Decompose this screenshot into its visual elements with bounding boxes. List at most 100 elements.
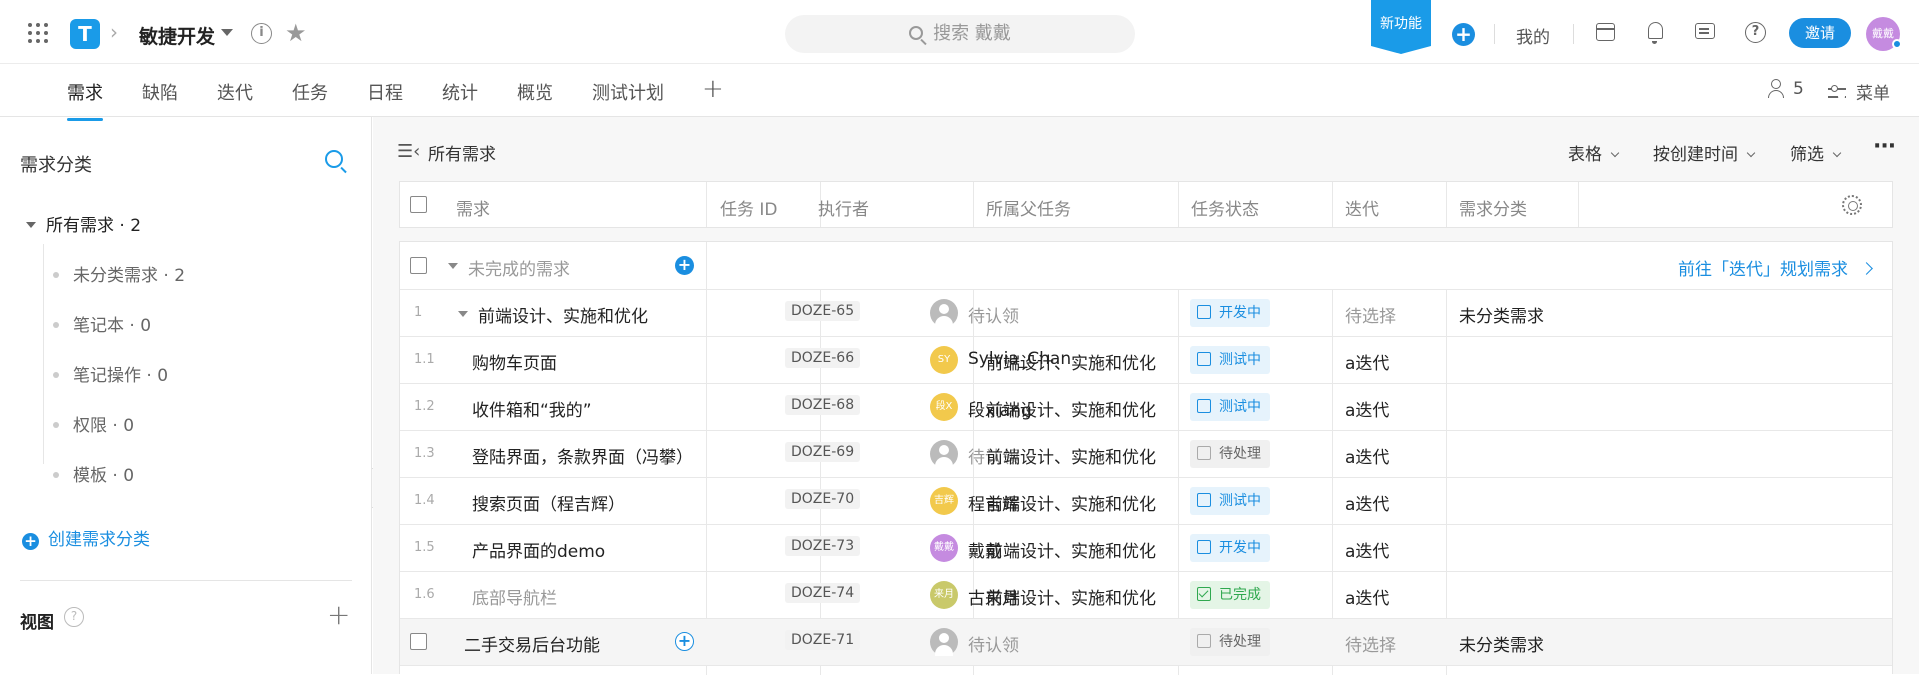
tab-requirements[interactable]: 需求: [67, 79, 103, 121]
project-name[interactable]: 敏捷开发: [139, 22, 215, 49]
status-badge[interactable]: 待处理: [1190, 628, 1270, 656]
menu-button[interactable]: 菜单: [1828, 79, 1890, 104]
status-badge[interactable]: 测试中: [1190, 346, 1270, 374]
settings-gear-icon[interactable]: [1842, 195, 1862, 215]
caret-down-icon[interactable]: [458, 311, 468, 317]
iteration-value[interactable]: 待选择: [1345, 302, 1396, 327]
iteration-value[interactable]: a迭代: [1345, 443, 1389, 468]
parent-task[interactable]: 前端设计、实施和优化: [986, 537, 1156, 562]
tab-statistics[interactable]: 统计: [442, 79, 478, 105]
table-row[interactable]: 1 前端设计、实施和优化 DOZE-65 待认领 开发中 待选择 未分类需求: [400, 290, 1892, 337]
iteration-value[interactable]: 待选择: [1345, 631, 1396, 656]
table-row[interactable]: 1.6 底部导航栏 DOZE-74 来月 古来月 前端设计、实施和优化 已完成 …: [400, 572, 1892, 619]
sidebar-item-all[interactable]: 所有需求 · 2: [26, 211, 141, 236]
info-icon[interactable]: i: [251, 23, 272, 44]
goto-iteration-link[interactable]: 前往「迭代」规划需求: [1678, 255, 1873, 280]
parent-task[interactable]: 前端设计、实施和优化: [986, 443, 1156, 468]
mine-link[interactable]: 我的: [1516, 23, 1550, 48]
sidebar-item-templates[interactable]: 模板 · 0: [53, 461, 134, 486]
invite-button[interactable]: 邀请: [1789, 18, 1851, 48]
view-mode-dropdown[interactable]: 表格: [1568, 140, 1620, 165]
add-icon[interactable]: +: [1452, 23, 1475, 46]
table-row[interactable]: 1.3 登陆界面，条款界面（冯攀） DOZE-69 待认领 前端设计、实施和优化…: [400, 431, 1892, 478]
requirement-title[interactable]: 购物车页面: [472, 349, 557, 374]
parent-task[interactable]: 前端设计、实施和优化: [986, 349, 1156, 374]
sidebar-item-uncategorized[interactable]: 未分类需求 · 2: [53, 261, 185, 286]
avatar[interactable]: 戴戴: [930, 534, 958, 562]
list-collapse-icon[interactable]: ☰‹: [397, 141, 420, 162]
status-badge[interactable]: 开发中: [1190, 534, 1270, 562]
message-icon[interactable]: [1695, 23, 1715, 39]
requirement-title[interactable]: 前端设计、实施和优化: [478, 302, 648, 327]
iteration-value[interactable]: a迭代: [1345, 349, 1389, 374]
status-badge[interactable]: 开发中: [1190, 299, 1270, 327]
requirement-title[interactable]: 底部导航栏: [472, 584, 557, 609]
app-logo[interactable]: T: [70, 19, 100, 49]
requirement-title[interactable]: 二手交易后台功能: [464, 631, 600, 656]
search-input[interactable]: 搜索 戴戴: [785, 15, 1135, 53]
assignee-name[interactable]: 待认领: [968, 302, 1019, 327]
status-badge[interactable]: 测试中: [1190, 487, 1270, 515]
parent-task[interactable]: 前端设计、实施和优化: [986, 490, 1156, 515]
unassigned-avatar[interactable]: [930, 299, 958, 327]
add-subtask-icon[interactable]: +: [675, 632, 694, 651]
apps-grid-icon[interactable]: [28, 23, 48, 43]
table-row[interactable]: 1.5 产品界面的demo DOZE-73 戴戴 戴戴 前端设计、实施和优化 开…: [400, 525, 1892, 572]
requirement-title[interactable]: 收件箱和“我的”: [472, 396, 592, 421]
sort-dropdown[interactable]: 按创建时间: [1653, 140, 1756, 165]
requirement-title[interactable]: 产品界面的demo: [472, 537, 605, 562]
add-requirement-icon[interactable]: +: [675, 256, 694, 275]
add-view-icon[interactable]: +: [327, 598, 350, 631]
avatar[interactable]: 来月: [930, 581, 958, 609]
sidebar-item-permissions[interactable]: 权限 · 0: [53, 411, 134, 436]
tab-tasks[interactable]: 任务: [292, 79, 328, 105]
table-row[interactable]: 二手交易后台功能 + DOZE-71 待认领 待处理 待选择 未分类需求: [400, 619, 1892, 666]
add-tab-icon[interactable]: +: [702, 74, 724, 104]
table-row[interactable]: 1.4 搜索页面（程吉辉） DOZE-70 吉辉 程吉辉 前端设计、实施和优化 …: [400, 478, 1892, 525]
select-all-checkbox[interactable]: [410, 196, 427, 213]
column-header-iteration[interactable]: 迭代: [1345, 195, 1379, 220]
assignee-name[interactable]: 待认领: [968, 631, 1019, 656]
avatar[interactable]: 段X: [930, 393, 958, 421]
filter-dropdown[interactable]: 筛选: [1790, 140, 1842, 165]
parent-task[interactable]: 前端设计、实施和优化: [986, 584, 1156, 609]
column-header-status[interactable]: 任务状态: [1191, 195, 1259, 220]
status-badge[interactable]: 已完成: [1190, 581, 1270, 609]
caret-down-icon[interactable]: [221, 29, 233, 36]
caret-down-icon[interactable]: [26, 222, 36, 228]
more-icon[interactable]: ···: [1873, 134, 1896, 159]
group-checkbox[interactable]: [410, 257, 427, 274]
bell-icon[interactable]: [1648, 22, 1663, 44]
create-category-button[interactable]: + 创建需求分类: [22, 525, 150, 550]
category-value[interactable]: 未分类需求: [1459, 302, 1544, 327]
caret-down-icon[interactable]: [448, 263, 458, 269]
column-header-assignee[interactable]: 执行者: [818, 195, 869, 220]
avatar[interactable]: 吉辉: [930, 487, 958, 515]
status-badge[interactable]: 测试中: [1190, 393, 1270, 421]
column-header-requirement[interactable]: 需求: [456, 195, 490, 220]
requirement-title[interactable]: 搜索页面（程吉辉）: [472, 490, 625, 515]
star-icon[interactable]: ★: [285, 19, 307, 47]
iteration-value[interactable]: a迭代: [1345, 584, 1389, 609]
calendar-icon[interactable]: [1596, 23, 1615, 41]
new-feature-badge[interactable]: 新功能: [1371, 0, 1431, 54]
tab-iterations[interactable]: 迭代: [217, 79, 253, 105]
iteration-value[interactable]: a迭代: [1345, 396, 1389, 421]
search-icon[interactable]: [325, 150, 343, 168]
column-header-category[interactable]: 需求分类: [1459, 195, 1527, 220]
tab-test-plan[interactable]: 测试计划: [592, 79, 664, 105]
unassigned-avatar[interactable]: [930, 628, 958, 656]
tab-defects[interactable]: 缺陷: [142, 79, 178, 105]
avatar[interactable]: SY: [930, 346, 958, 374]
tab-schedule[interactable]: 日程: [367, 79, 403, 105]
help-icon[interactable]: ?: [64, 607, 84, 627]
column-header-parent[interactable]: 所属父任务: [986, 195, 1071, 220]
status-badge[interactable]: 待处理: [1190, 440, 1270, 468]
avatar[interactable]: 戴戴: [1866, 17, 1902, 51]
iteration-value[interactable]: a迭代: [1345, 490, 1389, 515]
members-button[interactable]: 5: [1767, 79, 1804, 99]
table-row[interactable]: 1.2 收件箱和“我的” DOZE-68 段X 段xiang 前端设计、实施和优…: [400, 384, 1892, 431]
help-icon[interactable]: ?: [1745, 22, 1766, 43]
row-checkbox[interactable]: [410, 633, 427, 650]
sidebar-item-notebook[interactable]: 笔记本 · 0: [53, 311, 151, 336]
